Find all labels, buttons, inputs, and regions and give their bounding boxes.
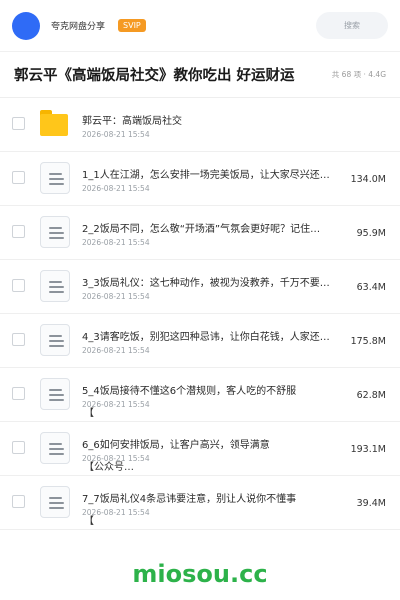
item-name[interactable]: 3_3饭局礼仪：这七种动作，被视为没教养，千万不要…	[82, 274, 350, 289]
select-checkbox[interactable]	[12, 333, 25, 346]
item-name[interactable]: 6_6如何安排饭局，让客户高兴，领导满意	[82, 436, 350, 451]
item-size: 63.4M	[356, 282, 386, 293]
list-item-folder[interactable]: 郭云平：高端饭局社交 2026-08-21 15:54	[0, 98, 400, 152]
list-item-file[interactable]: 2_2饭局不同，怎么敬“开场酒”气氛会更好呢？记住… 2026-08-21 15…	[0, 206, 400, 260]
list-item-file[interactable]: 6_6如何安排饭局，让客户高兴，领导满意 【公众号… 2026-08-21 15…	[0, 422, 400, 476]
search-placeholder: 搜索	[344, 21, 360, 30]
item-name[interactable]: 2_2饭局不同，怎么敬“开场酒”气氛会更好呢？记住…	[82, 220, 350, 235]
item-size: 62.8M	[356, 390, 386, 401]
item-date: 2026-08-21 15:54	[82, 454, 150, 463]
document-icon	[40, 216, 70, 248]
select-checkbox[interactable]	[12, 387, 25, 400]
item-name[interactable]: 4_3请客吃饭，别犯这四种忌讳，让你白花钱，人家还…	[82, 328, 350, 343]
select-checkbox[interactable]	[12, 441, 25, 454]
item-date: 2026-08-21 15:54	[82, 346, 150, 355]
document-icon	[40, 378, 70, 410]
item-date: 2026-08-21 15:54	[82, 400, 150, 409]
item-name[interactable]: 5_4饭局接待不懂这6个潜规则，客人吃的不舒服	[82, 382, 350, 397]
item-name[interactable]: 郭云平：高端饭局社交	[82, 112, 350, 127]
list-item-file[interactable]: 1_1人在江湖，怎么安排一场完美饭局，让大家尽兴还… 2026-08-21 15…	[0, 152, 400, 206]
select-checkbox[interactable]	[12, 279, 25, 292]
item-name[interactable]: 7_7饭局礼仪4条忌讳要注意，别让人说你不懂事	[82, 490, 350, 505]
item-date: 2026-08-21 15:54	[82, 130, 150, 139]
item-count: 共 68 项 · 4.4G	[331, 70, 386, 79]
select-checkbox[interactable]	[12, 171, 25, 184]
document-icon	[40, 162, 70, 194]
item-size: 134.0M	[350, 174, 386, 185]
page-title: 郭云平《高端饭局社交》教你吃出 好运财运	[14, 68, 295, 84]
document-icon	[40, 324, 70, 356]
folder-header: 郭云平《高端饭局社交》教你吃出 好运财运 共 68 项 · 4.4G	[0, 52, 400, 98]
site-name[interactable]: 夸克网盘分享	[51, 19, 105, 32]
folder-icon	[40, 110, 68, 136]
item-size: 175.8M	[350, 336, 386, 347]
avatar[interactable]	[12, 11, 40, 40]
svip-badge: SVIP	[118, 19, 146, 32]
item-size: 39.4M	[356, 498, 386, 509]
search-input[interactable]: 搜索	[316, 12, 388, 39]
watermark: miosou.cc	[132, 560, 268, 588]
item-size: 95.9M	[356, 228, 386, 239]
list-item-file[interactable]: 7_7饭局礼仪4条忌讳要注意，别让人说你不懂事 【 2026-08-21 15:…	[0, 476, 400, 530]
select-checkbox[interactable]	[12, 117, 25, 130]
item-date: 2026-08-21 15:54	[82, 292, 150, 301]
item-date: 2026-08-21 15:54	[82, 508, 150, 517]
document-icon	[40, 486, 70, 518]
item-date: 2026-08-21 15:54	[82, 238, 150, 247]
select-checkbox[interactable]	[12, 225, 25, 238]
file-list: 郭云平：高端饭局社交 2026-08-21 15:54 1_1人在江湖，怎么安排…	[0, 98, 400, 530]
item-size: 193.1M	[350, 444, 386, 455]
select-checkbox[interactable]	[12, 495, 25, 508]
document-icon	[40, 270, 70, 302]
top-bar: 夸克网盘分享 SVIP 搜索	[0, 0, 400, 52]
document-icon	[40, 432, 70, 464]
item-date: 2026-08-21 15:54	[82, 184, 150, 193]
list-item-file[interactable]: 5_4饭局接待不懂这6个潜规则，客人吃的不舒服 【 2026-08-21 15:…	[0, 368, 400, 422]
list-item-file[interactable]: 4_3请客吃饭，别犯这四种忌讳，让你白花钱，人家还… 2026-08-21 15…	[0, 314, 400, 368]
list-item-file[interactable]: 3_3饭局礼仪：这七种动作，被视为没教养，千万不要… 2026-08-21 15…	[0, 260, 400, 314]
item-name[interactable]: 1_1人在江湖，怎么安排一场完美饭局，让大家尽兴还…	[82, 166, 350, 181]
